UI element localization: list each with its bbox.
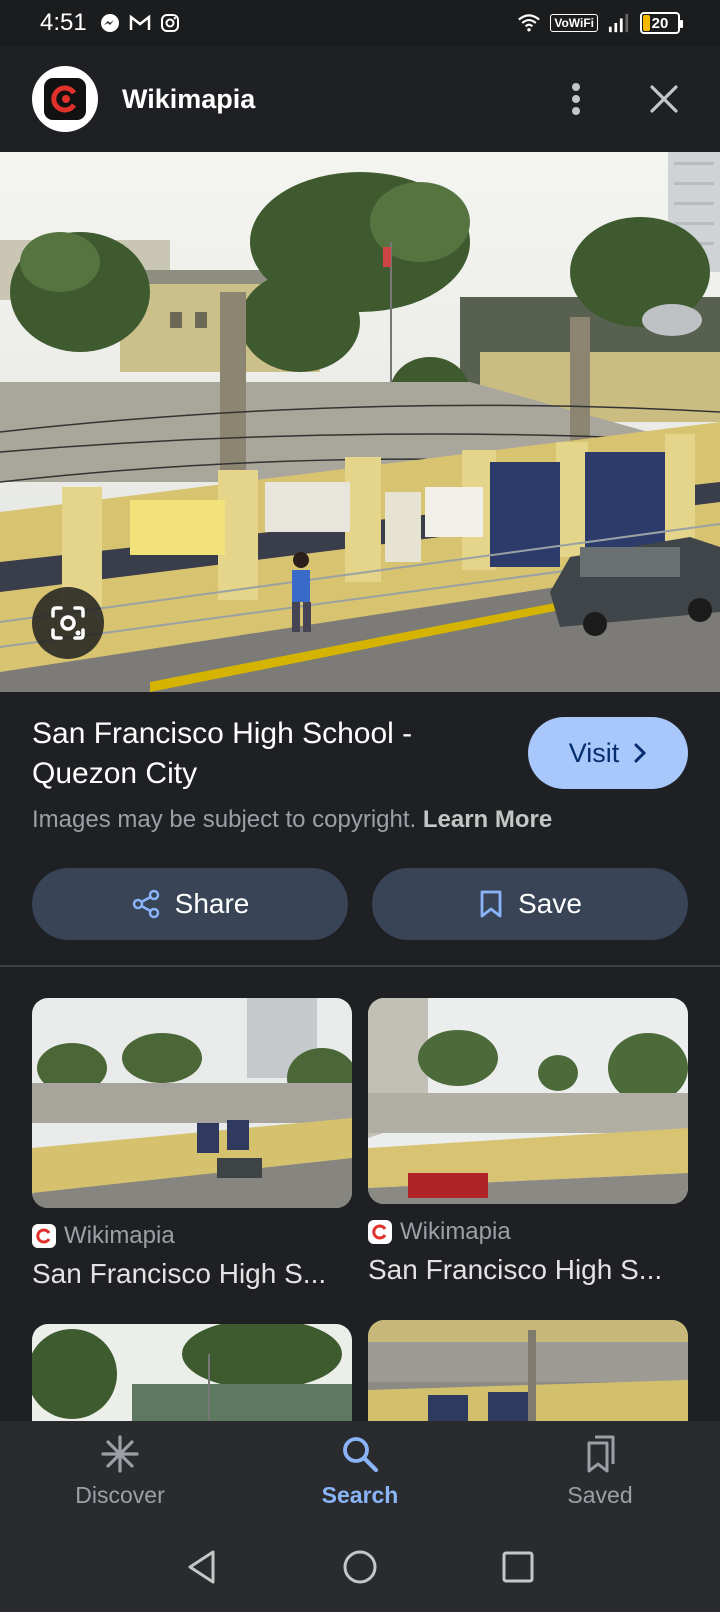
notification-icons	[99, 12, 181, 34]
related-thumbnail-3[interactable]	[32, 1324, 352, 1421]
home-circle-icon	[343, 1550, 377, 1583]
related-thumbnail[interactable]	[32, 998, 352, 1208]
wikimapia-icon	[368, 1220, 392, 1244]
recents-square-icon	[502, 1551, 534, 1582]
close-icon	[650, 85, 678, 113]
instagram-icon	[159, 12, 181, 34]
related-result-1[interactable]: Wikimapia San Francisco High S...	[32, 998, 352, 1290]
bottom-navigation: Discover Search Saved	[0, 1421, 720, 1521]
recents-button[interactable]	[494, 1543, 542, 1591]
copyright-text: Images may be subject to copyright.	[32, 806, 417, 833]
nav-discover[interactable]: Discover	[0, 1421, 240, 1521]
related-title[interactable]: San Francisco High S...	[368, 1254, 688, 1286]
related-result-2[interactable]: Wikimapia San Francisco High S...	[368, 998, 688, 1286]
nav-discover-label: Discover	[75, 1481, 165, 1508]
status-time: 4:51	[40, 9, 87, 36]
nav-saved[interactable]: Saved	[480, 1421, 720, 1521]
nav-saved-label: Saved	[567, 1481, 633, 1508]
share-label: Share	[174, 888, 250, 919]
wikimapia-icon	[32, 1224, 56, 1248]
status-bar: 4:51 VoWiFi 20	[0, 0, 720, 46]
visit-button[interactable]: Visit	[528, 717, 688, 789]
wikimapia-logo-icon	[32, 66, 98, 132]
battery-indicator: 20	[640, 12, 683, 34]
close-button[interactable]	[640, 75, 688, 123]
vowifi-badge: VoWiFi	[550, 14, 598, 32]
save-button[interactable]: Save	[372, 868, 688, 940]
share-button[interactable]: Share	[32, 868, 348, 940]
learn-more-link[interactable]: Learn More	[423, 806, 552, 833]
nav-search[interactable]: Search	[240, 1421, 480, 1521]
visit-label: Visit	[568, 737, 620, 768]
system-navigation-bar	[0, 1521, 720, 1612]
messenger-icon	[99, 12, 121, 34]
related-source: Wikimapia	[64, 1222, 175, 1249]
result-title[interactable]: San Francisco High School - Quezon City	[32, 714, 472, 794]
bookmarks-icon	[587, 1435, 615, 1472]
copyright-notice: Images may be subject to copyright. Lear…	[32, 806, 552, 834]
save-label: Save	[518, 888, 582, 919]
system-status-icons: VoWiFi 20	[518, 12, 683, 34]
back-button[interactable]	[178, 1543, 226, 1591]
lens-icon	[51, 606, 85, 640]
nav-search-label: Search	[321, 1481, 399, 1508]
related-thumbnail-4[interactable]	[368, 1320, 688, 1421]
more-options-button[interactable]	[552, 75, 600, 123]
asterisk-icon	[101, 1434, 139, 1473]
signal-icon	[608, 12, 630, 34]
source-header: Wikimapia	[0, 46, 720, 152]
related-title[interactable]: San Francisco High S...	[32, 1258, 352, 1290]
search-icon	[343, 1436, 379, 1472]
share-icon	[132, 889, 159, 919]
battery-level: 20	[651, 14, 669, 32]
header-site-name: Wikimapia	[122, 83, 256, 114]
google-lens-button[interactable]	[32, 587, 104, 659]
home-button[interactable]	[336, 1543, 384, 1591]
bookmark-icon	[480, 890, 502, 918]
battery-fill	[643, 15, 650, 31]
related-source: Wikimapia	[400, 1218, 511, 1245]
wifi-icon	[518, 12, 541, 34]
more-vert-icon	[572, 83, 580, 115]
related-thumbnail[interactable]	[368, 998, 688, 1204]
section-divider	[0, 965, 720, 967]
result-image[interactable]	[0, 152, 720, 692]
back-triangle-icon	[188, 1550, 215, 1583]
gmail-icon	[129, 12, 151, 34]
chevron-right-icon	[634, 743, 647, 763]
